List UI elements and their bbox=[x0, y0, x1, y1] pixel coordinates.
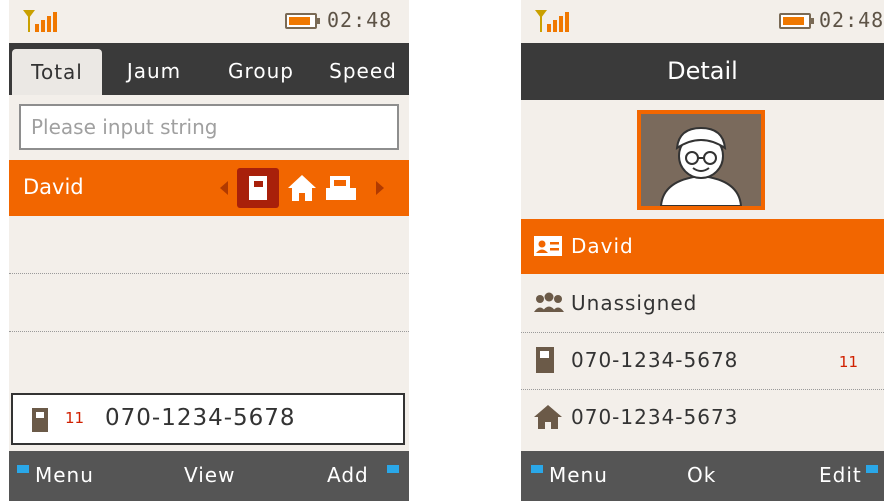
detail-label: 070-1234-5673 bbox=[571, 405, 739, 429]
contact-row-selected[interactable]: David bbox=[9, 160, 409, 216]
status-bar: 02:48 bbox=[521, 0, 884, 40]
tab-jaum[interactable]: Jaum bbox=[114, 43, 194, 95]
fax-icon[interactable] bbox=[324, 174, 358, 202]
search-input[interactable] bbox=[21, 106, 397, 148]
selected-number-box: 11 070-1234-5678 bbox=[11, 393, 405, 445]
home-icon[interactable] bbox=[287, 174, 317, 202]
status-bar: 02:48 bbox=[9, 0, 409, 40]
search-box[interactable] bbox=[19, 104, 399, 150]
avatar-icon bbox=[659, 126, 743, 207]
battery-icon bbox=[285, 13, 320, 29]
softkey-left-marker bbox=[17, 465, 29, 473]
clock: 02:48 bbox=[327, 8, 393, 32]
speed-dial-number: 11 bbox=[65, 409, 85, 427]
view-softkey[interactable]: View bbox=[184, 463, 235, 487]
arrow-right-icon[interactable] bbox=[375, 180, 385, 196]
softkey-right-marker bbox=[866, 465, 878, 473]
home-icon bbox=[534, 405, 562, 429]
mobile-phone-icon bbox=[249, 176, 267, 200]
list-divider bbox=[9, 273, 409, 274]
mobile-phone-icon bbox=[32, 408, 48, 432]
detail-label: Unassigned bbox=[571, 291, 698, 315]
detail-row-home[interactable]: 070-1234-5673 bbox=[521, 390, 884, 445]
contact-card-icon bbox=[534, 236, 562, 256]
detail-label: 070-1234-5678 bbox=[571, 348, 739, 372]
menu-softkey[interactable]: Menu bbox=[35, 463, 94, 487]
phone-number: 070-1234-5678 bbox=[105, 405, 296, 431]
softkey-bar: Menu View Add bbox=[9, 451, 409, 501]
speed-dial-number: 11 bbox=[838, 353, 858, 371]
add-softkey[interactable]: Add bbox=[327, 463, 369, 487]
softkey-right-marker bbox=[387, 465, 399, 473]
detail-row-mobile[interactable]: 070-1234-5678 11 bbox=[521, 333, 884, 388]
contact-name: David bbox=[23, 175, 84, 199]
contacts-list-screen: 02:48 Total Jaum Group Speed David bbox=[9, 0, 409, 501]
detail-row-name[interactable]: David bbox=[521, 219, 884, 274]
menu-softkey[interactable]: Menu bbox=[549, 463, 608, 487]
mobile-number-selector[interactable] bbox=[237, 168, 279, 208]
page-title: Detail bbox=[667, 57, 738, 85]
signal-strength-icon bbox=[535, 10, 569, 32]
title-bar: Detail bbox=[521, 43, 884, 100]
tab-speed[interactable]: Speed bbox=[317, 43, 409, 95]
mobile-phone-icon bbox=[536, 347, 554, 373]
softkey-left-marker bbox=[531, 465, 543, 473]
detail-label: David bbox=[571, 234, 634, 258]
tab-group[interactable]: Group bbox=[217, 43, 305, 95]
ok-softkey[interactable]: Ok bbox=[687, 463, 716, 487]
contact-photo[interactable] bbox=[637, 110, 765, 210]
arrow-left-icon[interactable] bbox=[219, 180, 229, 196]
tab-bar: Total Jaum Group Speed bbox=[9, 43, 409, 95]
tab-total[interactable]: Total bbox=[12, 49, 102, 95]
detail-row-group[interactable]: Unassigned bbox=[521, 276, 884, 331]
contact-detail-screen: 02:48 Detail David Unassigned 070-1234-5… bbox=[521, 0, 884, 501]
edit-softkey[interactable]: Edit bbox=[819, 463, 862, 487]
battery-icon bbox=[779, 13, 814, 29]
clock: 02:48 bbox=[819, 8, 884, 32]
list-divider bbox=[9, 331, 409, 332]
softkey-bar: Menu Ok Edit bbox=[521, 451, 884, 501]
signal-strength-icon bbox=[23, 10, 57, 32]
group-icon bbox=[534, 292, 564, 312]
